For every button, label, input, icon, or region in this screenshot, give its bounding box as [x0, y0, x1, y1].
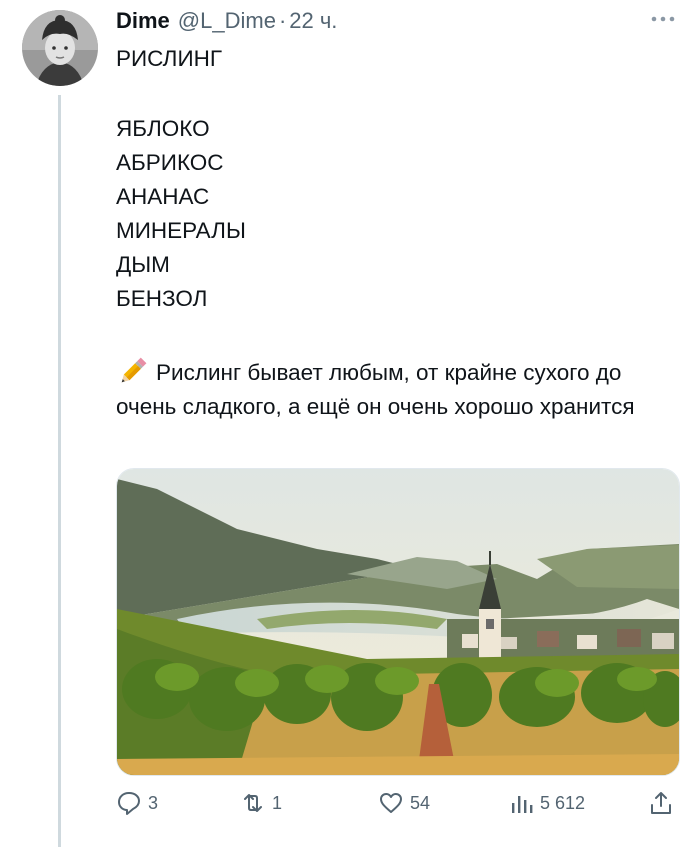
note-item: ДЫМ: [116, 252, 170, 277]
note-item: АБРИКОС: [116, 150, 224, 175]
like-count: 54: [410, 792, 431, 813]
author-handle[interactable]: @L_Dime: [178, 8, 276, 34]
author-name[interactable]: Dime: [116, 8, 170, 34]
views-chart-icon: [512, 796, 533, 813]
views-count: 5 612: [540, 792, 586, 813]
thread-line: [58, 95, 61, 847]
more-options-icon[interactable]: [650, 14, 676, 24]
retweet-button[interactable]: 1: [240, 790, 282, 816]
like-button[interactable]: 54: [378, 790, 430, 816]
reply-count: 3: [148, 792, 159, 813]
share-icon: [651, 792, 671, 814]
description-text: Рислинг бывает любым, от крайне сухого д…: [116, 360, 635, 419]
retweet-icon: [244, 794, 262, 812]
retweet-count: 1: [272, 792, 283, 813]
reply-button[interactable]: 3: [116, 790, 158, 816]
note-item: ЯБЛОКО: [116, 116, 210, 141]
reply-icon: [118, 792, 140, 815]
tweet-image[interactable]: [116, 468, 680, 776]
avatar[interactable]: [22, 10, 98, 86]
tweet-header: Dime @L_Dime · 22 ч.: [116, 8, 337, 38]
tweet-body: РИСЛИНГ ЯБЛОКО АБРИКОС АНАНАС МИНЕРАЛЫ Д…: [116, 42, 676, 424]
separator-dot: ·: [278, 8, 287, 33]
tweet-description: Рислинг бывает любым, от крайне сухого д…: [116, 354, 676, 424]
tweet-title: РИСЛИНГ: [116, 46, 223, 71]
timestamp[interactable]: 22 ч.: [289, 8, 337, 34]
heart-icon: [380, 793, 402, 813]
action-bar: 3 1 54 5 612: [116, 790, 678, 820]
note-item: АНАНАС: [116, 184, 210, 209]
share-button[interactable]: [648, 790, 674, 816]
pencil-icon: [121, 357, 147, 383]
note-item: БЕНЗОЛ: [116, 286, 208, 311]
note-item: МИНЕРАЛЫ: [116, 218, 246, 243]
views-button[interactable]: 5 612: [508, 790, 585, 816]
